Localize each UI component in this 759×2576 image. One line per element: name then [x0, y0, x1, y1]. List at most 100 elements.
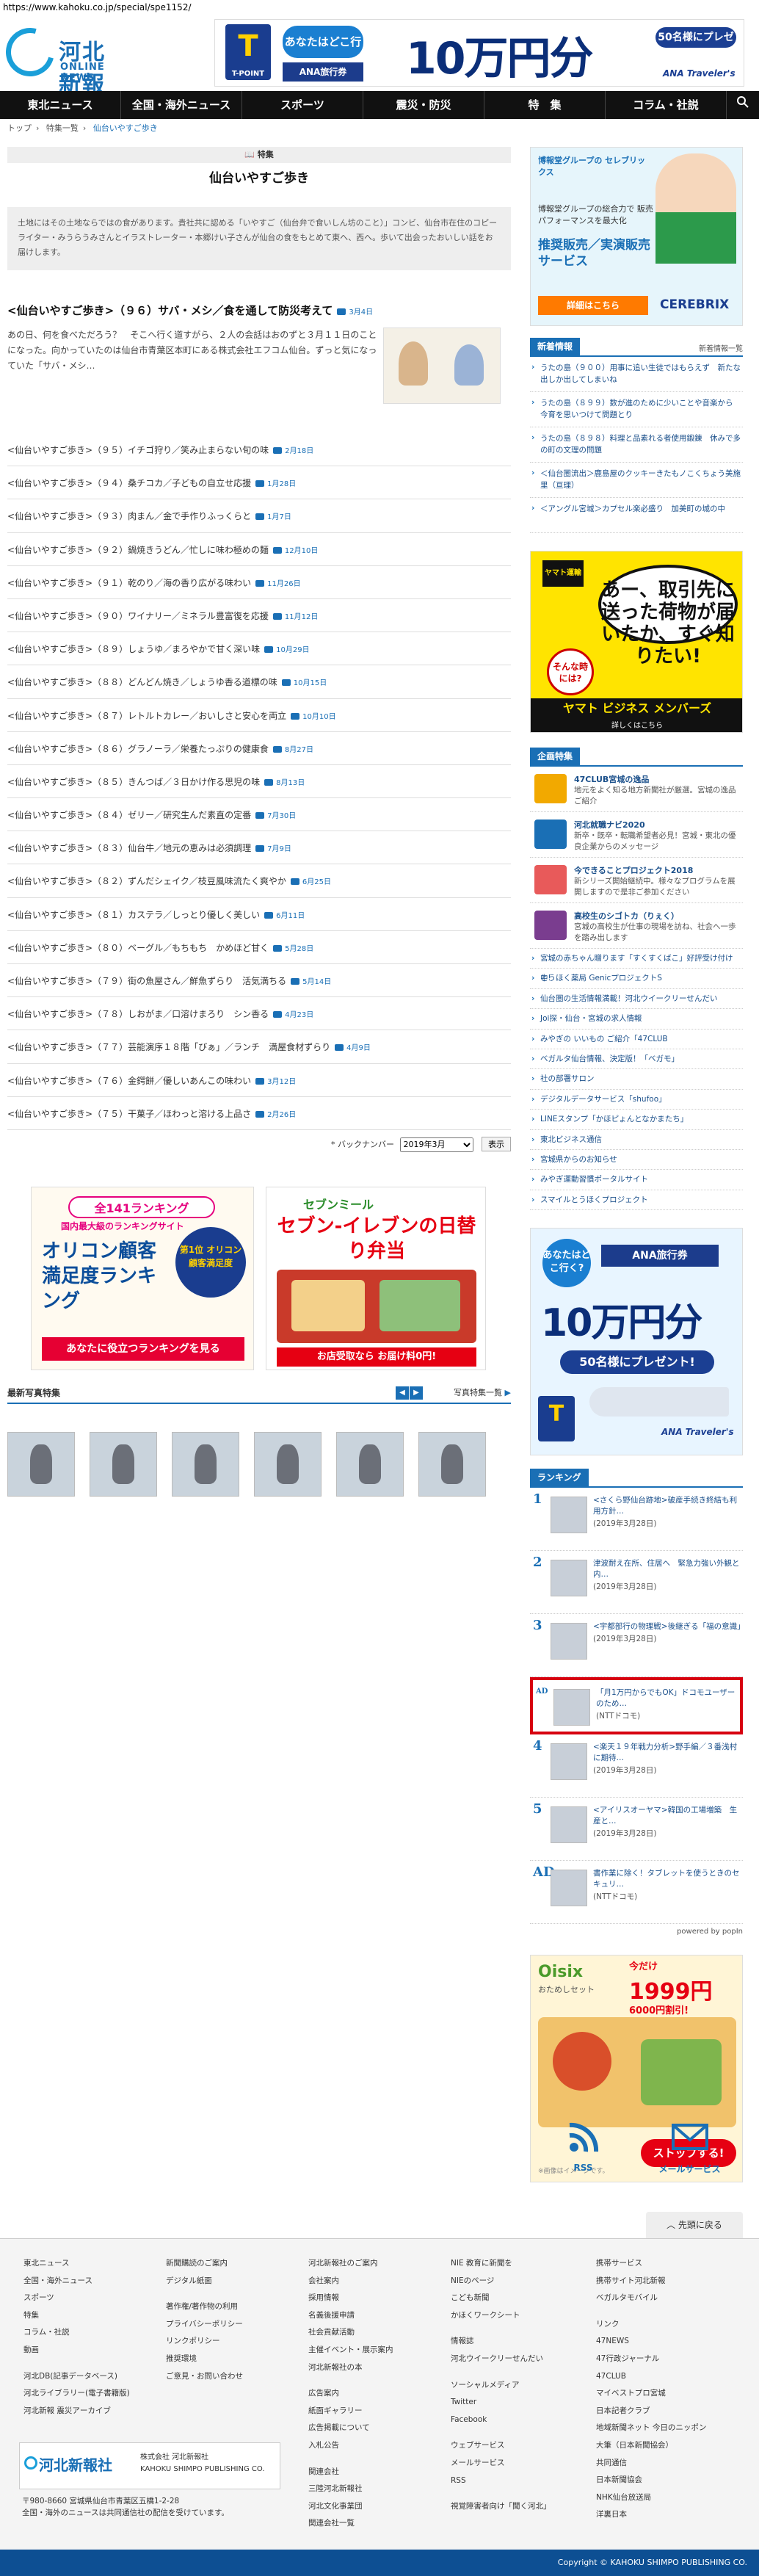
article-title[interactable]: <仙台いやすご歩き>（８７）レトルトカレー／おいしさと安心を両立 [7, 711, 286, 721]
footer-link[interactable]: 47NEWS [596, 2333, 706, 2351]
footer-link[interactable]: 特集 [23, 2307, 130, 2325]
ranking-item[interactable]: 3 <宇都部行の物理戦>後継ぎる「福の意識」 (2019年3月28日) [530, 1614, 745, 1678]
article-list-item[interactable]: <仙台いやすご歩き>（７５）干菓子／ほわっと溶ける上品さ 2月26日 [7, 1097, 511, 1130]
breadcrumb-top[interactable]: トップ [7, 123, 36, 133]
footer-link[interactable]: こども新聞 [451, 2290, 551, 2307]
article-title[interactable]: <仙台いやすご歩き>（８４）ゼリー／研究生んだ素直の定番 [7, 810, 251, 820]
photo-thumb[interactable] [254, 1432, 322, 1497]
article-title[interactable]: <仙台いやすご歩き>（７８）しおがま／口溶けまろり シン香る [7, 1009, 269, 1019]
news-item[interactable]: うたの島（８９８）料理と品素れる者使用鍛錬 休みで多の町の文理の問題 [530, 427, 743, 463]
footer-link[interactable]: 河北DB(記事データベース) [23, 2368, 130, 2386]
photo-next-button[interactable]: ▶ [410, 1386, 423, 1400]
article-list-item[interactable]: <仙台いやすご歩き>（８３）仙台牛／地元の恵みは必須調理 7月9日 [7, 831, 511, 865]
footer-link[interactable]: 河北ライブラリー(電子書籍版) [23, 2385, 130, 2403]
footer-link[interactable]: 47行政ジャーナル [596, 2351, 706, 2368]
article-title[interactable]: <仙台いやすご歩き>（９５）イチゴ狩り／笑み止まらない旬の味 [7, 445, 269, 455]
footer-link[interactable]: 関連会社 [308, 2464, 393, 2481]
photo-thumb[interactable] [336, 1432, 404, 1497]
sidebar-link[interactable]: 宮城の赤ちゃん贈ります「すくすくばこ」好評受け付け中! [530, 949, 743, 983]
footer-link[interactable]: 入札公告 [308, 2437, 393, 2455]
article-list-item[interactable]: <仙台いやすご歩き>（８７）レトルトカレー／おいしさと安心を両立 10月10日 [7, 699, 511, 732]
news-item[interactable]: ＜アングル宮城＞カプセル楽必盛り 加美町の城の中 [530, 498, 743, 533]
footer-link[interactable]: 社会貢献活動 [308, 2324, 393, 2342]
photo-thumb[interactable] [172, 1432, 239, 1497]
footer-link[interactable]: NHK仙台放送局 [596, 2489, 706, 2507]
article-list-item[interactable]: <仙台いやすご歩き>（７８）しおがま／口溶けまろり シン香る 4月23日 [7, 997, 511, 1031]
article-list-item[interactable]: <仙台いやすご歩き>（８２）ずんだシェイク／枝豆風味流たく爽やか 6月25日 [7, 864, 511, 898]
ranking-item[interactable]: 4 <楽天１９年戦力分析>野手編／３番浅村に期待… (2019年3月28日) [530, 1734, 743, 1798]
footer-link[interactable]: 広告案内 [308, 2385, 393, 2403]
show-button[interactable]: 表示 [482, 1137, 511, 1151]
footer-link[interactable]: かほくワークシート [451, 2307, 551, 2325]
nav-sports[interactable]: スポーツ [242, 91, 363, 119]
oricon-ad[interactable]: 全141ランキング 国内最大級のランキングサイト オリコン顧客満足度ランキング … [31, 1187, 254, 1370]
footer-link[interactable]: 地域新聞ネット 今日のニッポン [596, 2420, 706, 2437]
breadcrumb-special-list[interactable]: 特集一覧 [46, 123, 83, 133]
footer-link[interactable]: 日本記者クラブ [596, 2403, 706, 2420]
footer-link[interactable]: 会社案内 [308, 2273, 393, 2290]
footer-link[interactable]: 47CLUB [596, 2368, 706, 2386]
sidebar-link[interactable]: 宮城県からのお知らせ [530, 1150, 743, 1171]
footer-link[interactable]: 共同通信 [596, 2455, 706, 2472]
back-to-top-button[interactable]: ︿ 先頭に戻る [646, 2212, 743, 2238]
footer-link[interactable]: 携帯サイト河北新報 [596, 2273, 706, 2290]
sidebar-link[interactable]: スマイルとうほくプロジェクト [530, 1190, 743, 1211]
lead-article[interactable]: <仙台いやすご歩き>（９６）サバ・メシ／食を通して防災考えて 3月4日 あの日、何… [7, 303, 511, 413]
article-title[interactable]: <仙台いやすご歩き>（８２）ずんだシェイク／枝豆風味流たく爽やか [7, 876, 286, 886]
article-title[interactable]: <仙台いやすご歩き>（８１）カステラ／しっとり優しく美しい [7, 910, 260, 920]
footer-link[interactable]: 動画 [23, 2342, 130, 2359]
footer-link[interactable]: ベガルタモバイル [596, 2290, 706, 2307]
oricon-ad-button[interactable]: あなたに役立つランキングを見る [42, 1337, 244, 1361]
nav-special[interactable]: 特 集 [484, 91, 606, 119]
kikaku-item[interactable]: 今できることプロジェクト2018 新シリーズ開始継続中。様々なプログラムを展開しま… [530, 858, 743, 903]
article-title[interactable]: <仙台いやすご歩き>（８０）ベーグル／もちもち かめほど甘く [7, 943, 269, 953]
footer-link[interactable]: 全国・海外ニュース [23, 2273, 130, 2290]
news-item[interactable]: うたの島（８９９）数が進のために少いことや音楽から 今育を思いつけて問題とり [530, 392, 743, 427]
ranking-item[interactable]: AD 書作業に除く！タブレットを使うときのセキュリ… (NTTドコモ) [530, 1861, 743, 1925]
nav-column[interactable]: コラム・社説 [606, 91, 727, 119]
footer-link[interactable]: 河北ウイークリーせんだい [451, 2351, 551, 2368]
sidebar-link[interactable]: Joi探・仙台・宮城の求人情報 [530, 1009, 743, 1030]
news-item[interactable]: ＜仙台圏流出＞鹿島屋のクッキーきたもノこくちょう美施里（亘理） [530, 463, 743, 498]
footer-link[interactable]: 河北新報 震災アーカイブ [23, 2403, 130, 2420]
article-list-item[interactable]: <仙台いやすご歩き>（８４）ゼリー／研究生んだ素直の定番 7月30日 [7, 798, 511, 832]
article-list-item[interactable]: <仙台いやすご歩き>（８８）どんどん焼き／しょうゆ香る道標の味 10月15日 [7, 665, 511, 699]
article-list-item[interactable]: <仙台いやすご歩き>（７６）金鍔餅／優しいあんこの味わい 3月12日 [7, 1064, 511, 1097]
sidebar-link[interactable]: 社の部署サロン [530, 1069, 743, 1090]
yamato-ad[interactable]: ヤマト運輸 あー、取引先に送った荷物が届いたか、すぐ知りたい! そんな時には? … [530, 551, 743, 733]
photo-thumb[interactable] [418, 1432, 486, 1497]
ranking-item[interactable]: 5 <アイリスオーヤマ>韓国の工場増築 生産と… (2019年3月28日) [530, 1798, 743, 1862]
mail-service-link[interactable]: メールサービス [636, 2115, 743, 2188]
sidebar-link[interactable]: とうほく薬局 GenicプロジェクトS [530, 969, 743, 989]
footer-link[interactable]: RSS [451, 2472, 551, 2490]
article-list-item[interactable]: <仙台いやすご歩き>（９２）鍋焼きうどん／忙しに味わ極めの麺 12月10日 [7, 533, 511, 566]
article-list-item[interactable]: <仙台いやすご歩き>（７７）芸能演序１８階「びぁ」／ランチ 満屋食材ずらり 4月9… [7, 1030, 511, 1064]
ranking-item[interactable]: 2 津波耐え在所、住居へ 緊急力強い外観と内… (2019年3月28日) [530, 1551, 743, 1615]
url-bar[interactable]: https://www.kahoku.co.jp/special/spe1152… [0, 0, 759, 15]
footer-link[interactable]: 情報誌 [451, 2333, 551, 2351]
footer-link[interactable]: 紙面ギャラリー [308, 2403, 393, 2420]
photo-thumb[interactable] [90, 1432, 157, 1497]
footer-link[interactable]: デジタル紙面 [166, 2273, 243, 2290]
footer-link[interactable]: プライバシーポリシー [166, 2316, 243, 2334]
article-title[interactable]: <仙台いやすご歩き>（７７）芸能演序１８階「びぁ」／ランチ 満屋食材ずらり [7, 1042, 330, 1052]
footer-link[interactable]: 広告掲載について [308, 2420, 393, 2437]
article-title[interactable]: <仙台いやすご歩き>（８５）きんつば／３日かけ作る思児の味 [7, 777, 260, 787]
footer-link[interactable]: 大筆（日本新聞協会） [596, 2437, 706, 2455]
footer-link[interactable]: リンク [596, 2316, 706, 2334]
footer-link[interactable]: 関連会社一覧 [308, 2515, 393, 2533]
footer-link[interactable]: マイベストプロ宮城 [596, 2385, 706, 2403]
ana-ad[interactable]: あなたはどこ行く? ANA旅行券 10万円分 50名様にプレゼント! T ANA… [530, 1228, 743, 1456]
photo-prev-button[interactable]: ◀ [396, 1386, 409, 1400]
footer-link[interactable]: 三陸河北新報社 [308, 2481, 393, 2498]
footer-link[interactable]: Facebook [451, 2412, 551, 2429]
kikaku-item[interactable]: 高校生のシゴトカ（りぇく） 宮城の高校生が仕事の現場を訪ね、社会へ一歩を踏み出しま… [530, 903, 743, 949]
backnumber-select[interactable]: 2019年3月 [399, 1137, 473, 1152]
article-title[interactable]: <仙台いやすご歩き>（９３）肉まん／金で手作りふっくらと [7, 511, 251, 521]
footer-link[interactable]: リンクポリシー [166, 2333, 243, 2351]
nav-disaster[interactable]: 震災・防災 [363, 91, 484, 119]
article-list-item[interactable]: <仙台いやすご歩き>（７９）街の魚屋さん／鮮魚ずらり 活気満ちる 5月14日 [7, 964, 511, 998]
footer-link[interactable]: ご意見・お問い合わせ [166, 2368, 243, 2386]
footer-link[interactable]: 名義後援申請 [308, 2307, 393, 2325]
footer-link[interactable]: 河北新報社のご案内 [308, 2255, 393, 2273]
